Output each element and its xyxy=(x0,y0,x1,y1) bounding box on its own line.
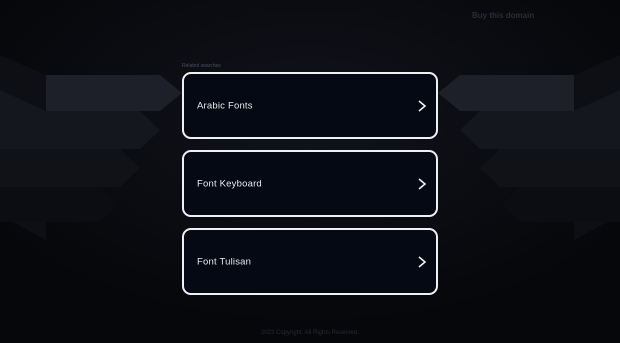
related-search-item-label: Font Keyboard xyxy=(197,178,262,189)
related-search-item-font-keyboard[interactable]: Font Keyboard xyxy=(182,150,438,217)
related-search-item-arabic-fonts[interactable]: Arabic Fonts xyxy=(182,72,438,139)
related-search-item-label: Font Tulisan xyxy=(197,256,252,267)
related-searches-list: Arabic Fonts Font Keyboard Font Tulisan xyxy=(182,72,438,306)
related-search-item-label: Arabic Fonts xyxy=(197,100,253,111)
chevron-right-icon xyxy=(418,255,427,268)
chevron-right-icon xyxy=(418,177,427,190)
copyright-text: 2023 Copyright. All Rights Reserved. xyxy=(260,330,360,336)
chevron-right-icon xyxy=(418,99,427,112)
related-searches-label: Related searches xyxy=(182,63,221,69)
related-search-item-font-tulisan[interactable]: Font Tulisan xyxy=(182,228,438,295)
buy-domain-link[interactable]: Buy this domain xyxy=(472,11,534,20)
